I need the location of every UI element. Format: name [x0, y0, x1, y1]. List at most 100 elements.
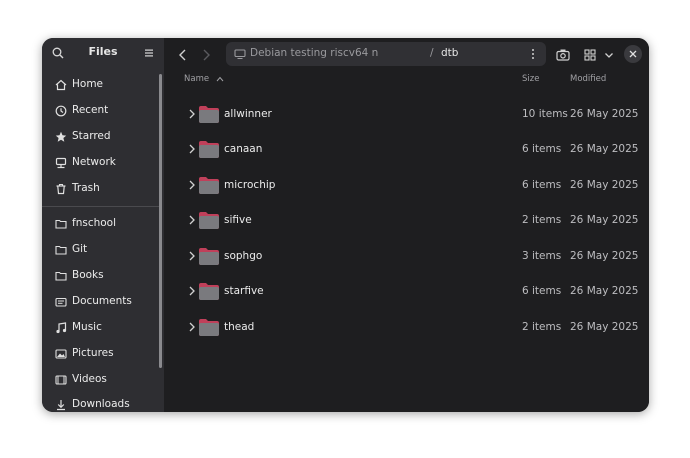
sidebar-item-books[interactable]: Books — [42, 264, 160, 288]
table-row[interactable]: starfive 6 items 26 May 2025 — [164, 274, 649, 309]
sidebar: Files Home Recent Starred Network Trash … — [42, 38, 164, 412]
file-size: 2 items — [522, 321, 562, 333]
sidebar-item-label: Network — [72, 156, 116, 168]
file-manager-window: Files Home Recent Starred Network Trash … — [42, 38, 649, 412]
file-name: allwinner — [224, 108, 272, 120]
document-icon — [55, 297, 67, 307]
sidebar-item-label: Pictures — [72, 347, 114, 359]
camera-icon[interactable] — [554, 46, 572, 64]
file-name: sifive — [224, 214, 252, 226]
column-header-size[interactable]: Size — [522, 74, 539, 84]
folder-icon — [55, 271, 67, 281]
location-bar[interactable]: Debian testing riscv64 n / dtb — [226, 42, 546, 66]
back-button[interactable] — [174, 46, 192, 64]
clock-icon — [55, 105, 67, 117]
sidebar-item-trash[interactable]: Trash — [42, 177, 160, 201]
sidebar-item-music[interactable]: Music — [42, 316, 160, 340]
sidebar-item-documents[interactable]: Documents — [42, 290, 160, 314]
sidebar-item-fnschool[interactable]: fnschool — [42, 212, 160, 236]
video-icon — [55, 375, 67, 385]
column-header-name[interactable]: Name — [184, 74, 224, 84]
close-icon — [629, 50, 637, 58]
path-separator: / — [430, 47, 434, 59]
folder-icon — [199, 212, 219, 229]
close-button[interactable] — [624, 45, 642, 63]
path-segment-location[interactable]: Debian testing riscv64 n — [250, 47, 378, 59]
sidebar-item-recent[interactable]: Recent — [42, 99, 160, 123]
table-row[interactable]: allwinner 10 items 26 May 2025 — [164, 97, 649, 132]
grid-view-icon[interactable] — [581, 46, 599, 64]
sidebar-scrollbar[interactable] — [159, 74, 162, 368]
picture-icon — [55, 349, 67, 359]
sort-ascending-icon — [216, 76, 224, 81]
file-name: microchip — [224, 179, 276, 191]
file-modified: 26 May 2025 — [570, 321, 639, 333]
file-size: 2 items — [522, 214, 562, 226]
sidebar-divider — [42, 206, 159, 207]
chevron-right-icon[interactable] — [188, 215, 196, 225]
file-modified: 26 May 2025 — [570, 108, 639, 120]
folder-icon — [199, 106, 219, 123]
computer-icon — [234, 49, 246, 60]
sidebar-item-label: Videos — [72, 373, 107, 385]
chevron-right-icon[interactable] — [188, 251, 196, 261]
table-row[interactable]: canaan 6 items 26 May 2025 — [164, 132, 649, 167]
file-modified: 26 May 2025 — [570, 143, 639, 155]
column-header-modified[interactable]: Modified — [570, 74, 606, 84]
sidebar-header: Files — [42, 38, 164, 68]
sidebar-item-pictures[interactable]: Pictures — [42, 342, 160, 366]
kebab-menu-icon[interactable] — [530, 48, 536, 60]
sidebar-item-label: fnschool — [72, 217, 117, 229]
folder-icon — [55, 219, 67, 229]
hamburger-menu-icon[interactable] — [144, 48, 154, 58]
sidebar-item-label: Music — [72, 321, 102, 333]
sidebar-item-downloads[interactable]: Downloads — [42, 393, 160, 412]
file-modified: 26 May 2025 — [570, 214, 639, 226]
file-size: 6 items — [522, 143, 562, 155]
download-icon — [57, 400, 65, 411]
sidebar-item-label: Home — [72, 78, 104, 90]
sidebar-item-label: Books — [72, 269, 104, 281]
table-row[interactable]: sifive 2 items 26 May 2025 — [164, 203, 649, 238]
trash-icon — [56, 183, 66, 195]
sidebar-item-starred[interactable]: Starred — [42, 125, 160, 149]
folder-icon — [199, 141, 219, 158]
sidebar-item-label: Downloads — [72, 398, 130, 410]
sidebar-item-network[interactable]: Network — [42, 151, 160, 175]
path-segment-current[interactable]: dtb — [441, 47, 458, 59]
folder-icon — [55, 245, 67, 255]
star-icon — [55, 131, 67, 142]
chevron-down-icon[interactable] — [600, 46, 618, 64]
chevron-right-icon[interactable] — [188, 144, 196, 154]
folder-icon — [199, 319, 219, 336]
sidebar-item-git[interactable]: Git — [42, 238, 160, 262]
main-pane: Debian testing riscv64 n / dtb Name Size… — [164, 38, 649, 412]
file-size: 6 items — [522, 285, 562, 297]
sidebar-item-home[interactable]: Home — [42, 73, 160, 97]
table-row[interactable]: sophgo 3 items 26 May 2025 — [164, 239, 649, 274]
file-name: starfive — [224, 285, 264, 297]
file-size: 10 items — [522, 108, 568, 120]
home-icon — [55, 79, 67, 91]
table-row[interactable]: thead 2 items 26 May 2025 — [164, 310, 649, 345]
file-size: 6 items — [522, 179, 562, 191]
folder-icon — [199, 177, 219, 194]
file-modified: 26 May 2025 — [570, 285, 639, 297]
sidebar-item-label: Documents — [72, 295, 132, 307]
chevron-right-icon[interactable] — [188, 322, 196, 332]
network-icon — [55, 157, 67, 169]
file-name: thead — [224, 321, 255, 333]
sidebar-item-label: Starred — [72, 130, 111, 142]
sidebar-item-videos[interactable]: Videos — [42, 368, 160, 392]
sidebar-item-label: Trash — [72, 182, 100, 194]
file-size: 3 items — [522, 250, 562, 262]
column-header-label: Name — [184, 74, 210, 84]
forward-button[interactable] — [197, 46, 215, 64]
table-row[interactable]: microchip 6 items 26 May 2025 — [164, 168, 649, 203]
file-name: sophgo — [224, 250, 263, 262]
chevron-right-icon[interactable] — [188, 109, 196, 119]
chevron-right-icon[interactable] — [188, 286, 196, 296]
sidebar-item-label: Recent — [72, 104, 109, 116]
sidebar-item-label: Git — [72, 243, 88, 255]
chevron-right-icon[interactable] — [188, 180, 196, 190]
